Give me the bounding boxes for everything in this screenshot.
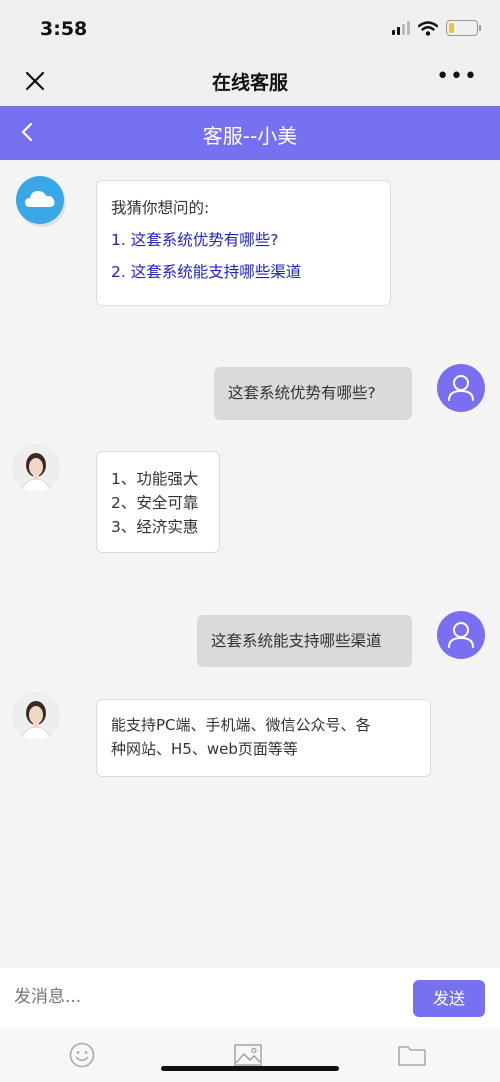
page-title: 在线客服 [211,72,288,94]
suggestion-link[interactable]: 2. 这套系统能支持哪些渠道 [111,260,376,284]
suggestion-bubble: 我猜你想问的: 1. 这套系统优势有哪些? 2. 这套系统能支持哪些渠道 [96,180,391,306]
message-line: 2、安全可靠 [111,494,199,512]
user-avatar [437,364,485,412]
more-icon[interactable]: ••• [436,66,478,88]
nav-bar: 在线客服 ••• [0,56,500,106]
user-icon [448,375,474,401]
signal-icon [392,21,410,35]
bot-avatar [16,176,64,224]
chat-title: 客服--小美 [202,124,298,148]
message-line: 种网站、H5、web页面等等 [111,740,298,758]
agent-avatar [12,692,60,740]
folder-icon[interactable] [397,1042,427,1068]
message-line: 3、经济实惠 [111,518,199,536]
home-indicator [161,1066,339,1071]
agent-photo [12,444,60,492]
suggestion-intro: 我猜你想问的: [111,199,210,217]
user-message: 这套系统能支持哪些渠道 [197,615,412,667]
user-avatar [437,611,485,659]
image-icon[interactable] [233,1042,263,1068]
status-icons [392,20,481,36]
send-button[interactable]: 发送 [413,980,485,1017]
user-message: 这套系统优势有哪些? [214,367,412,420]
agent-photo [12,692,60,740]
status-time: 3:58 [40,18,88,40]
bottom-toolbar [0,1028,500,1082]
agent-message: 能支持PC端、手机端、微信公众号、各 种网站、H5、web页面等等 [96,699,431,777]
cloud-icon [25,191,55,207]
message-input[interactable] [14,987,374,1007]
battery-icon [446,20,481,36]
wifi-icon [418,20,438,36]
message-line: 1、功能强大 [111,470,199,488]
chat-header: 客服--小美 [0,106,500,160]
status-bar: 3:58 [0,0,500,56]
message-line: 能支持PC端、手机端、微信公众号、各 [111,716,371,734]
user-icon [448,622,474,648]
suggestion-link[interactable]: 1. 这套系统优势有哪些? [111,228,376,252]
smiley-icon[interactable] [67,1042,97,1068]
agent-avatar [12,444,60,492]
agent-message: 1、功能强大 2、安全可靠 3、经济实惠 [96,451,220,553]
